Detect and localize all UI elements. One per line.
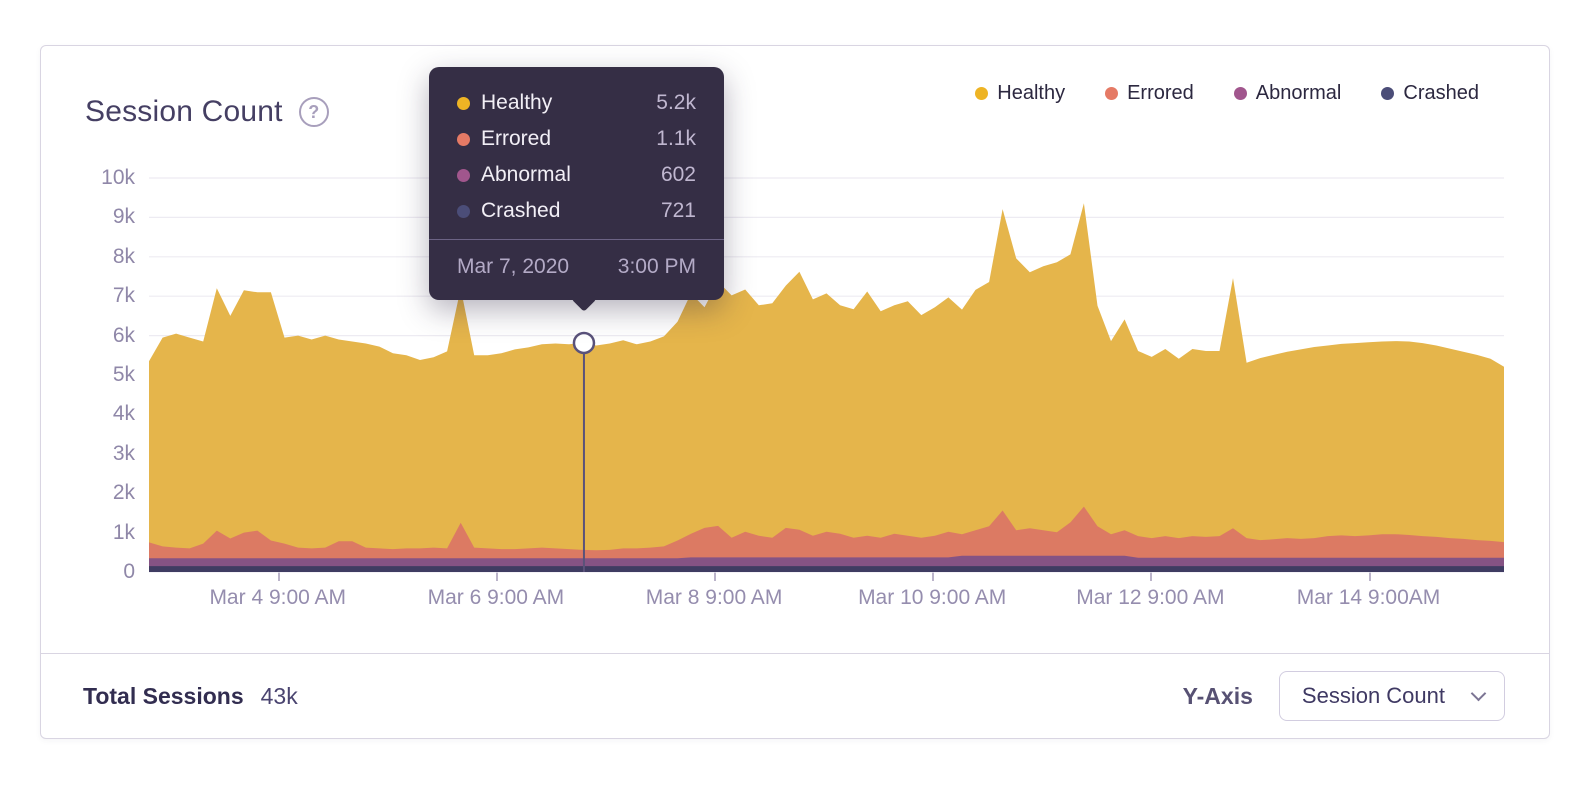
chevron-down-icon (1471, 686, 1487, 702)
tooltip-date: Mar 7, 2020 (457, 255, 569, 279)
chart-tooltip: Healthy 5.2k Errored 1.1k Abnormal 602 Crashed… (429, 67, 724, 300)
legend-dot-icon (975, 87, 988, 100)
y-tick-label: 0 (41, 560, 135, 584)
legend-dot-icon (1105, 87, 1118, 100)
legend-dot-icon (1234, 87, 1247, 100)
tooltip-series-value: 602 (661, 163, 696, 187)
tooltip-series-name: Abnormal (481, 163, 571, 187)
area-healthy (149, 203, 1504, 572)
title-row: Session Count ? (85, 95, 329, 129)
tooltip-dot-icon (457, 133, 470, 146)
chart-footer: Total Sessions 43k Y-Axis Session Count (41, 653, 1549, 738)
x-tick-mark (714, 572, 716, 581)
x-tick-label: Mar 8 9:00 AM (646, 586, 783, 610)
hover-marker[interactable] (574, 333, 594, 353)
x-tick-label: Mar 4 9:00 AM (209, 586, 346, 610)
legend-label: Healthy (997, 82, 1065, 105)
y-axis-select-value: Session Count (1302, 683, 1445, 709)
y-tick-label: 10k (41, 166, 135, 190)
total-sessions-value: 43k (261, 683, 298, 710)
tooltip-row-abnormal: Abnormal 602 (457, 157, 696, 193)
x-tick-mark (496, 572, 498, 581)
y-tick-label: 5k (41, 363, 135, 387)
legend-item-healthy[interactable]: Healthy (975, 82, 1065, 105)
tooltip-row-healthy: Healthy 5.2k (457, 85, 696, 121)
x-tick-mark (932, 572, 934, 581)
legend: Healthy Errored Abnormal Crashed (975, 82, 1479, 105)
y-tick-label: 3k (41, 442, 135, 466)
tooltip-dot-icon (457, 205, 470, 218)
x-tick-mark (278, 572, 280, 581)
tooltip-time: 3:00 PM (618, 255, 696, 279)
y-tick-label: 6k (41, 324, 135, 348)
y-axis-label: Y-Axis (1183, 683, 1253, 710)
legend-item-crashed[interactable]: Crashed (1381, 82, 1479, 105)
tooltip-series-name: Crashed (481, 199, 560, 223)
x-tick-label: Mar 14 9:00AM (1297, 586, 1441, 610)
y-tick-label: 9k (41, 205, 135, 229)
y-axis-select[interactable]: Session Count (1279, 671, 1505, 721)
tooltip-row-crashed: Crashed 721 (457, 193, 696, 229)
legend-item-abnormal[interactable]: Abnormal (1234, 82, 1342, 105)
legend-item-errored[interactable]: Errored (1105, 82, 1194, 105)
tooltip-series-name: Healthy (481, 91, 552, 115)
legend-label: Abnormal (1256, 82, 1342, 105)
tooltip-dot-icon (457, 97, 470, 110)
x-tick-label: Mar 10 9:00 AM (858, 586, 1006, 610)
tooltip-series-value: 721 (661, 199, 696, 223)
x-tick-label: Mar 6 9:00 AM (428, 586, 565, 610)
session-count-chart[interactable] (149, 178, 1504, 572)
y-tick-label: 7k (41, 284, 135, 308)
legend-label: Crashed (1403, 82, 1479, 105)
legend-dot-icon (1381, 87, 1394, 100)
legend-label: Errored (1127, 82, 1194, 105)
tooltip-series-name: Errored (481, 127, 551, 151)
x-tick-mark (1150, 572, 1152, 581)
tooltip-row-errored: Errored 1.1k (457, 121, 696, 157)
y-tick-label: 8k (41, 245, 135, 269)
y-tick-label: 2k (41, 481, 135, 505)
y-tick-label: 4k (41, 402, 135, 426)
page: Session Count ? Healthy Errored Abnormal Cr… (0, 0, 1591, 791)
tooltip-dot-icon (457, 169, 470, 182)
tooltip-series-value: 5.2k (656, 91, 696, 115)
x-tick-label: Mar 12 9:00 AM (1076, 586, 1224, 610)
area-crashed (149, 566, 1504, 572)
total-sessions-label: Total Sessions (83, 683, 244, 710)
tooltip-series-value: 1.1k (656, 127, 696, 151)
help-icon[interactable]: ? (299, 97, 329, 127)
page-title: Session Count (85, 95, 283, 129)
session-count-card: Session Count ? Healthy Errored Abnormal Cr… (40, 45, 1550, 739)
y-tick-label: 1k (41, 521, 135, 545)
x-tick-mark (1369, 572, 1371, 581)
